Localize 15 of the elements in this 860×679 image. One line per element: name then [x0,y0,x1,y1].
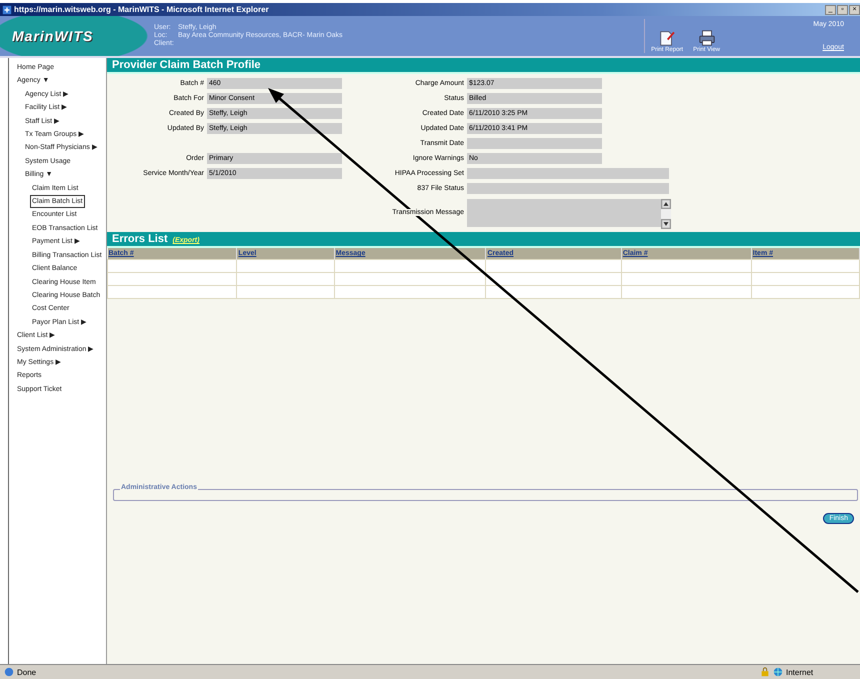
lock-icon [760,667,770,677]
window-title: https://marin.witsweb.org - MarinWITS - Microsoft Internet Explorer [14,5,270,14]
section-title: Provider Claim Batch Profile [107,58,860,74]
scroll-down-button [661,218,671,228]
security-zone: Internet [786,668,814,676]
section-title: Errors List [112,233,168,245]
browser-icon [2,4,12,14]
page-icon [4,667,14,677]
document-pen-icon [658,29,676,47]
globe-icon [773,667,783,677]
message-text-area[interactable] [467,198,669,226]
status-text: Done [17,668,36,676]
scroll-up-button [661,198,671,208]
printer-icon [698,29,716,47]
app-logo: MarinWITS [12,28,94,44]
